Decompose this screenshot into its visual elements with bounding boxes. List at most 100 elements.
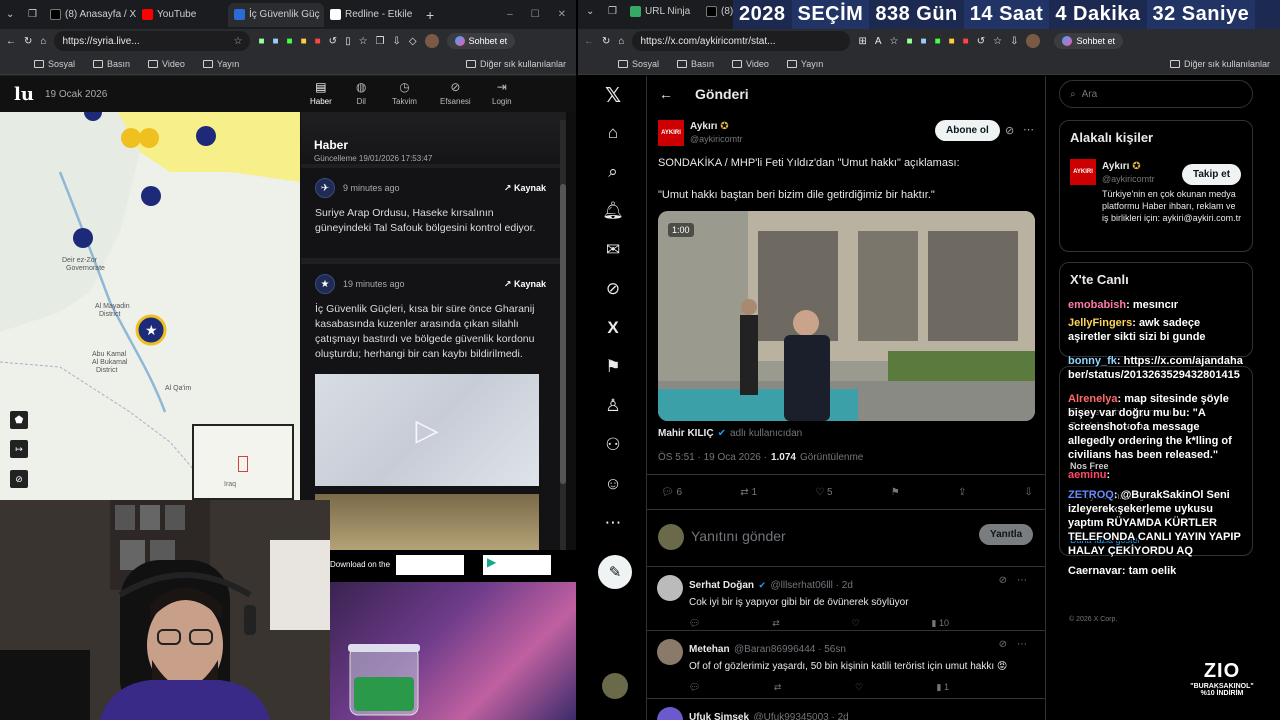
jobs-icon[interactable]: ♙	[602, 395, 624, 417]
new-tab-button[interactable]: +	[420, 3, 440, 27]
sync-icon[interactable]: ↺	[977, 36, 985, 47]
hide-icon[interactable]: ⊘	[10, 470, 28, 488]
views-icon[interactable]: ▮ 1	[937, 682, 949, 693]
reply-icon[interactable]: 💬︎	[689, 618, 700, 629]
source-link[interactable]: ↗ Kaynak	[504, 279, 546, 290]
shield-icon[interactable]: ◇	[409, 36, 417, 47]
reply-item[interactable]: Metehan @Baran86996444 · 56sn Of of of g…	[647, 630, 1045, 696]
home-icon[interactable]: ⌂	[618, 36, 624, 47]
grok-icon[interactable]: ⊘	[1005, 124, 1014, 137]
compose-post-button[interactable]: ✎	[598, 555, 632, 589]
extension-icon[interactable]: ■	[963, 36, 969, 47]
app-icon[interactable]: ⊞	[858, 36, 866, 47]
like-icon[interactable]: ♡	[855, 682, 863, 693]
military-marker-icon[interactable]	[73, 228, 93, 248]
grok-icon[interactable]: ⊘	[602, 278, 624, 300]
author-handle[interactable]: @aykiricomtr	[690, 134, 743, 144]
profile-icon[interactable]: ☺	[602, 473, 624, 495]
read-aloud-icon[interactable]: A	[875, 36, 882, 47]
views-icon[interactable]: ▮ 10	[932, 618, 949, 629]
collections-icon[interactable]: ❐	[376, 36, 385, 47]
app-store-button[interactable]	[396, 555, 464, 575]
copilot-chat-button[interactable]: Sohbet et	[1054, 33, 1123, 49]
like-icon[interactable]: ♡	[852, 618, 860, 629]
notifications-icon[interactable]: 🔔︎	[602, 200, 624, 222]
tab-x-home[interactable]: (8) Anasayfa / X	[44, 3, 136, 27]
repost-action[interactable]: ⇄ 1	[740, 487, 757, 498]
search-input[interactable]: ⌕ Ara	[1059, 80, 1253, 108]
x-premium-icon[interactable]: X	[602, 317, 624, 339]
bookmark-folder[interactable]: Yayın	[786, 59, 823, 69]
reply-button[interactable]: Yanıtla	[979, 524, 1034, 545]
tab-redline[interactable]: Redline - Etkile	[324, 3, 420, 27]
bookmark-folder[interactable]: Video	[148, 59, 185, 69]
extension-icon[interactable]: ■	[906, 36, 912, 47]
download-icon[interactable]: ⇩	[1010, 36, 1018, 47]
favorites-icon[interactable]: ☆	[359, 36, 368, 47]
reply-action[interactable]: 💬︎ 6	[661, 487, 682, 498]
tab-url-ninja[interactable]: URL Ninja	[630, 6, 690, 17]
more-icon[interactable]: ⋯	[1017, 575, 1027, 586]
bookmark-folder[interactable]: Sosyal	[34, 59, 75, 69]
bookmark-folder[interactable]: Basın	[677, 59, 714, 69]
profile-avatar[interactable]	[1026, 34, 1041, 48]
url-field[interactable]: https://syria.live... ☆	[54, 31, 251, 51]
communities-icon[interactable]: ⚇	[602, 434, 624, 456]
play-icon[interactable]: ▷	[415, 413, 438, 448]
extension-icon[interactable]: ■	[315, 36, 321, 47]
back-icon[interactable]: ←	[584, 36, 594, 47]
alert-marker-icon[interactable]	[139, 128, 159, 148]
nav-language[interactable]: ◍ Dil	[356, 80, 366, 106]
bookmark-folder[interactable]: Basın	[93, 59, 130, 69]
search-icon[interactable]: ⌕	[602, 161, 624, 183]
extension-icon[interactable]: ■	[287, 36, 293, 47]
repost-icon[interactable]: ⇄	[772, 618, 780, 629]
news-video-thumbnail[interactable]: ▷	[315, 374, 539, 486]
related-name[interactable]: Aykırı ✪	[1102, 161, 1141, 172]
repost-icon[interactable]: ⇄	[774, 682, 782, 693]
nav-login[interactable]: ⇥ Login	[492, 80, 512, 106]
home-icon[interactable]: ⌂	[602, 122, 624, 144]
reload-icon[interactable]: ↻	[602, 36, 610, 47]
star-icon[interactable]: ☆	[890, 36, 899, 47]
star-icon[interactable]: ☆	[233, 36, 242, 47]
share-icon[interactable]: ⇪	[958, 487, 966, 498]
reply-icon[interactable]: 💬︎	[689, 682, 700, 693]
source-link[interactable]: ↗ Kaynak	[504, 183, 546, 194]
byline-user[interactable]: Mahir KILIÇ	[658, 428, 714, 439]
more-icon[interactable]: ⋯	[1017, 639, 1027, 650]
google-play-button[interactable]: ▶	[483, 555, 551, 575]
tab-liveuamap[interactable]: İç Güvenlik Güç	[228, 2, 324, 27]
map-view[interactable]: ★ Deir ez-Zor Governorate Al Mayadin Dis…	[0, 112, 300, 500]
reply-avatar[interactable]	[657, 575, 683, 601]
military-marker-icon[interactable]	[141, 186, 161, 206]
scrollbar-thumb[interactable]	[560, 184, 566, 484]
close-icon[interactable]: ✕	[558, 9, 566, 20]
bookmark-folder[interactable]: Video	[732, 59, 769, 69]
news-card[interactable]: ✈ 9 minutes ago ↗ Kaynak Suriye Arap Ordu…	[301, 168, 560, 258]
layers-icon[interactable]: ⬟	[10, 411, 28, 429]
download-icon[interactable]: ⇩	[1025, 487, 1033, 498]
back-arrow-icon[interactable]: ←	[659, 86, 673, 102]
more-icon[interactable]: ⋯	[1023, 123, 1034, 136]
bookmarks-icon[interactable]: ⚑	[602, 356, 624, 378]
extension-icon[interactable]: ■	[301, 36, 307, 47]
x-logo-icon[interactable]: 𝕏	[602, 84, 624, 107]
favorites-icon[interactable]: ☆	[993, 36, 1002, 47]
news-card[interactable]: ★ 19 minutes ago ↗ Kaynak İç Güvenlik Güç…	[301, 264, 560, 580]
other-bookmarks[interactable]: Diğer sık kullanılanlar	[465, 59, 576, 69]
split-screen-icon[interactable]: ▯	[345, 36, 351, 47]
nav-legend[interactable]: ⊘ Efsanesi	[440, 80, 471, 106]
extension-icon[interactable]: ■	[258, 36, 264, 47]
sync-icon[interactable]: ↺	[329, 36, 337, 47]
extension-icon[interactable]: ■	[272, 36, 278, 47]
extension-icon[interactable]: ■	[949, 36, 955, 47]
reply-input[interactable]: Yanıtını gönder	[691, 528, 786, 544]
related-avatar[interactable]: AYKIRI	[1070, 159, 1096, 185]
like-action[interactable]: ♡ 5	[815, 487, 832, 498]
scrollbar[interactable]	[560, 120, 566, 580]
bookmark-folder[interactable]: Sosyal	[618, 59, 659, 69]
home-icon[interactable]: ⌂	[40, 36, 46, 47]
tab-menu-icon[interactable]: ⌄	[586, 6, 594, 17]
download-icon[interactable]: ⇩	[393, 36, 401, 47]
